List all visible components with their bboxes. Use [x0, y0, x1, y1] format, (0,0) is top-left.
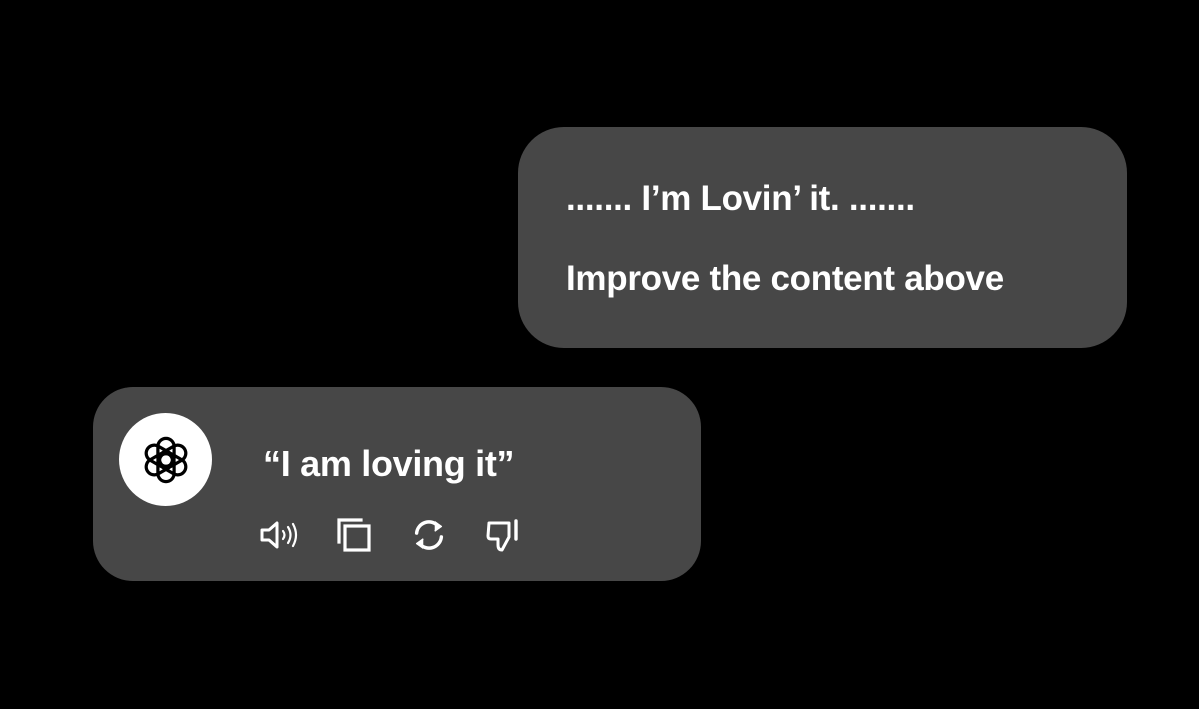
read-aloud-button[interactable] [259, 515, 299, 555]
assistant-avatar [119, 413, 212, 506]
copy-icon [337, 518, 371, 552]
regenerate-icon [414, 520, 444, 550]
regenerate-button[interactable] [409, 515, 449, 555]
chat-canvas: ....... I’m Lovin’ it. ....... Improve t… [0, 0, 1199, 709]
message-actions-toolbar [259, 515, 524, 555]
user-message-line-1: ....... I’m Lovin’ it. ....... [566, 179, 915, 218]
assistant-message-text: “I am loving it” [263, 443, 515, 484]
openai-logo-icon [144, 436, 187, 483]
speaker-icon [260, 521, 298, 549]
user-message-bubble: ....... I’m Lovin’ it. ....... Improve t… [518, 127, 1127, 348]
thumbs-down-button[interactable] [484, 515, 524, 555]
copy-button[interactable] [334, 515, 374, 555]
assistant-message-bubble: “I am loving it” [93, 387, 701, 581]
user-message-line-2: Improve the content above [566, 259, 1004, 298]
thumbs-down-icon [486, 519, 518, 552]
